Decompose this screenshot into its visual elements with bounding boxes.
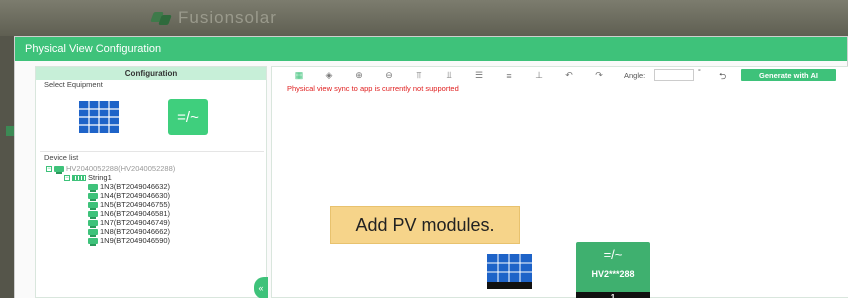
physical-view-dialog: Physical View Configuration Configuratio… xyxy=(14,36,848,298)
grid-icon[interactable]: ▦ xyxy=(284,69,314,82)
align-left-icon[interactable]: ☰ xyxy=(464,69,494,82)
inverter-name: HV2***288 xyxy=(591,269,635,279)
brand: Fusionsolar xyxy=(150,8,277,28)
align-top-icon[interactable]: ⫪ xyxy=(404,69,434,82)
collapse-toggle-icon[interactable]: − xyxy=(64,174,70,181)
angle-input[interactable] xyxy=(654,69,694,81)
inverter-on-canvas[interactable]: =/~ HV2***288 1 xyxy=(576,242,650,298)
tree-node-device[interactable]: 1N4(BT2049046630) xyxy=(88,191,171,201)
configuration-panel: Configuration Select Equipment =/~ Devic… xyxy=(35,66,268,298)
select-equipment-label: Select Equipment xyxy=(44,80,103,89)
pv-module-on-canvas[interactable] xyxy=(487,254,532,289)
top-banner: Fusionsolar xyxy=(0,0,848,36)
fusionsolar-logo-icon xyxy=(150,10,172,26)
device-node-icon xyxy=(88,228,98,237)
pv-module-equipment-icon[interactable] xyxy=(79,101,119,133)
zoom-out-icon[interactable]: ⊖ xyxy=(374,69,404,82)
inverter-symbol-icon: =/~ xyxy=(603,247,623,262)
angle-unit: ° xyxy=(698,69,701,76)
canvas-panel[interactable]: ▦ ◈ ⊕ ⊖ ⫪ ⫫ ☰ ≡ ⊥ ↶ ↷ Angle: ° ⮌ Generat… xyxy=(271,66,848,298)
canvas-toolbar: ▦ ◈ ⊕ ⊖ ⫪ ⫫ ☰ ≡ ⊥ ↶ ↷ xyxy=(284,69,614,82)
tree-node-device[interactable]: 1N7(BT2049046749) xyxy=(88,218,171,228)
align-bottom-icon[interactable]: ⫫ xyxy=(434,69,464,82)
divider xyxy=(40,151,264,152)
tree-node-string[interactable]: − String1 xyxy=(64,173,112,182)
angle-label: Angle: xyxy=(624,71,646,80)
tree-node-label: String1 xyxy=(88,173,112,182)
collapse-panel-button[interactable]: « xyxy=(254,277,268,298)
tree-node-device[interactable]: 1N3(BT2049046632) xyxy=(88,182,171,192)
reset-angle-icon[interactable]: ⮌ xyxy=(719,69,726,85)
tree-node-label: 1N3(BT2049046632) xyxy=(100,182,171,191)
tooltip-callout: Add PV modules. xyxy=(330,206,520,244)
tree-node-label: 1N4(BT2049046630) xyxy=(100,191,171,200)
tree-node-inverter[interactable]: − HV2040052288(HV2040052288) xyxy=(46,164,176,174)
tree-node-device[interactable]: 1N9(BT2049046590) xyxy=(88,236,171,246)
device-node-icon xyxy=(88,183,98,192)
device-node-icon xyxy=(88,201,98,210)
string-node-icon xyxy=(72,174,86,181)
eraser-icon[interactable]: ◈ xyxy=(314,69,344,82)
distribute-icon[interactable]: ⊥ xyxy=(524,69,554,82)
dialog-title: Physical View Configuration xyxy=(15,37,847,61)
brand-name: Fusionsolar xyxy=(178,8,277,27)
tree-node-label: HV2040052288(HV2040052288) xyxy=(66,164,176,173)
generate-with-ai-button[interactable]: Generate with AI xyxy=(741,69,836,81)
configuration-title: Configuration xyxy=(36,67,266,80)
zoom-in-icon[interactable]: ⊕ xyxy=(344,69,374,82)
inverter-node-icon xyxy=(54,165,64,174)
tree-node-label: 1N9(BT2049046590) xyxy=(100,236,171,245)
tree-node-label: 1N5(BT2049046755) xyxy=(100,200,171,209)
background-tab-marker xyxy=(6,126,14,136)
tree-node-label: 1N8(BT2049046662) xyxy=(100,227,171,236)
dialog-body: Configuration Select Equipment =/~ Devic… xyxy=(15,61,848,298)
device-list-label: Device list xyxy=(44,153,79,162)
undo-icon[interactable]: ↶ xyxy=(554,69,584,82)
align-center-icon[interactable]: ≡ xyxy=(494,69,524,82)
inverter-count: 1 xyxy=(576,292,650,298)
device-node-icon xyxy=(88,219,98,228)
sync-warning: Physical view sync to app is currently n… xyxy=(287,84,459,93)
device-node-icon xyxy=(88,210,98,219)
inverter-equipment-icon[interactable]: =/~ xyxy=(168,99,208,135)
tree-node-device[interactable]: 1N6(BT2049046581) xyxy=(88,209,171,219)
tree-node-label: 1N7(BT2049046749) xyxy=(100,218,171,227)
redo-icon[interactable]: ↷ xyxy=(584,69,614,82)
tree-node-label: 1N6(BT2049046581) xyxy=(100,209,171,218)
collapse-toggle-icon[interactable]: − xyxy=(46,165,52,172)
background-overlay xyxy=(0,36,14,298)
device-node-icon xyxy=(88,192,98,201)
device-node-icon xyxy=(88,237,98,246)
tree-node-device[interactable]: 1N5(BT2049046755) xyxy=(88,200,171,210)
tree-node-device[interactable]: 1N8(BT2049046662) xyxy=(88,227,171,237)
